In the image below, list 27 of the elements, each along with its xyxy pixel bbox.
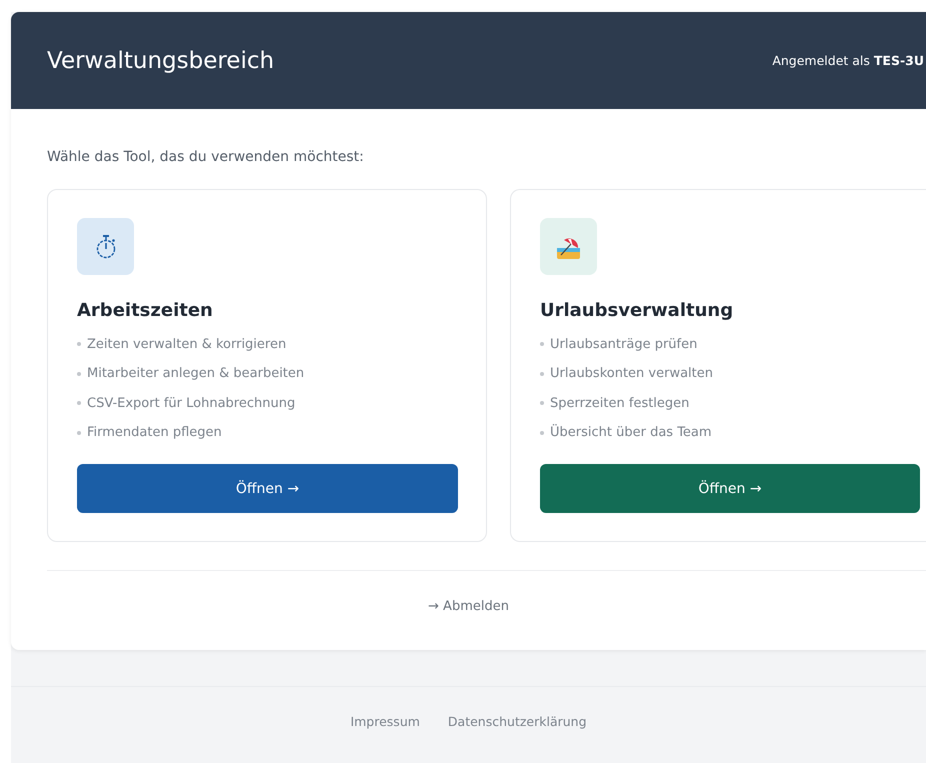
feature-text: CSV-Export für Lohnabrechnung (87, 396, 296, 411)
feature-text: Urlaubsanträge prüfen (550, 336, 698, 352)
bullet-icon (77, 342, 81, 346)
feature-text: Urlaubskonten verwalten (550, 366, 714, 382)
bullet-icon (540, 430, 544, 435)
logout-link[interactable]: → Abmelden (428, 599, 509, 614)
bullet-icon (540, 401, 544, 406)
bullet-icon (540, 372, 544, 376)
feature-text: Zeiten verwalten & korrigieren (87, 336, 286, 352)
footer-link[interactable]: Impressum (350, 714, 420, 729)
open-button[interactable]: Öffnen → (540, 464, 920, 513)
footer-link[interactable]: Datenschutzerklärung (448, 714, 587, 729)
bullet-icon (77, 430, 81, 435)
logged-in-user: Angemeldet als TES-3U (772, 53, 924, 68)
feature-text: Mitarbeiter anlegen & bearbeiten (87, 366, 304, 382)
stopwatch-icon (94, 234, 116, 260)
page-title: Verwaltungsbereich (47, 48, 274, 74)
bullet-icon (77, 372, 81, 376)
feature-text: Sperrzeiten festlegen (550, 396, 690, 411)
tool-title: Arbeitszeiten (77, 300, 214, 321)
bullet-icon (77, 401, 81, 406)
open-button[interactable]: Öffnen → (77, 464, 458, 513)
feature-text: Firmendaten pflegen (87, 425, 222, 440)
bullet-icon (540, 342, 544, 346)
feature-text: Übersicht über das Team (550, 425, 712, 440)
tool-title: Urlaubsverwaltung (540, 300, 734, 321)
intro-text: Wähle das Tool, das du verwenden möchtest: (47, 149, 365, 165)
